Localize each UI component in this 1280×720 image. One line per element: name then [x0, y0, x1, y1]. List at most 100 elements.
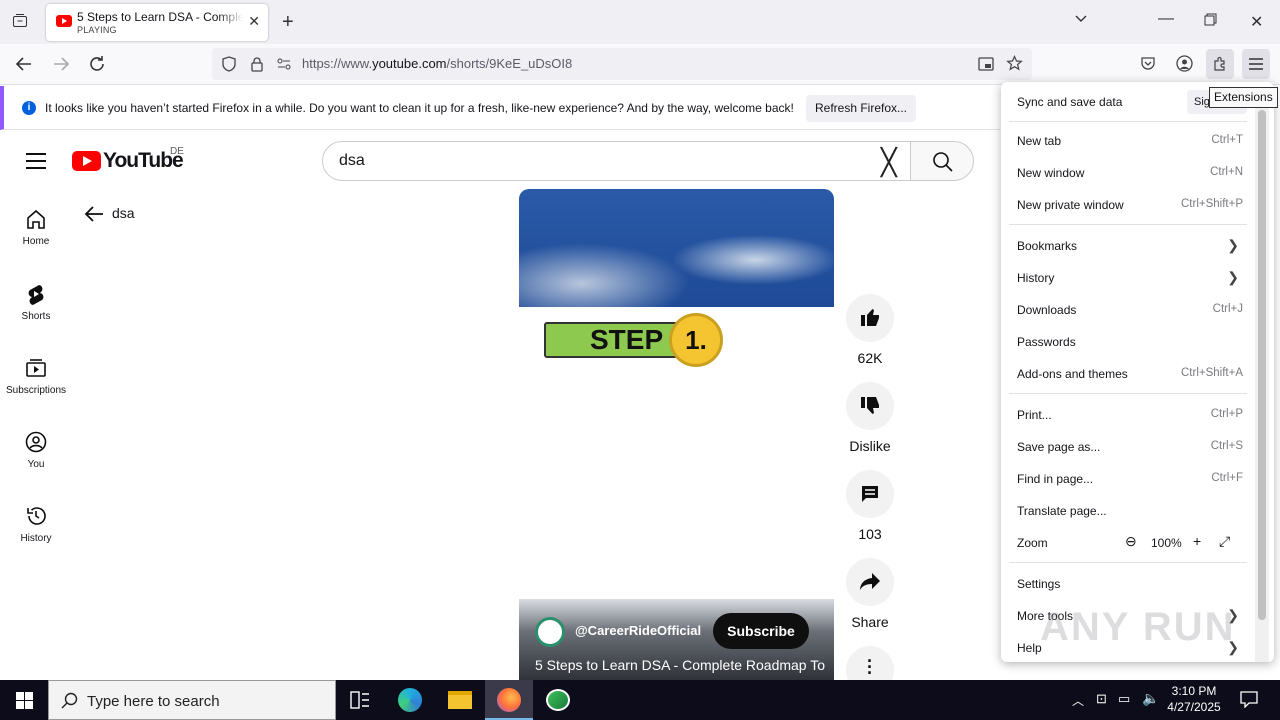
menu-item-save-page[interactable]: Save page as... Ctrl+S — [1017, 440, 1243, 454]
menu-item-history[interactable]: History ❯ — [1017, 269, 1243, 285]
account-icon[interactable] — [1176, 55, 1193, 77]
url-bar[interactable]: https://www.youtube.com/shorts/9KeE_uDsO… — [212, 48, 1032, 80]
tab-list-icon[interactable] — [12, 13, 28, 34]
subscribe-button[interactable]: Subscribe — [713, 613, 809, 649]
fullscreen-icon[interactable]: ⤢ — [1219, 533, 1230, 550]
sidebar-item-subscriptions[interactable]: Subscriptions — [0, 357, 72, 396]
close-window-icon[interactable]: ✕ — [1250, 12, 1263, 32]
windows-taskbar: Type here to search ︿ ⊡ ▭ 🔈 3:10 PM 4/27… — [0, 680, 1280, 720]
browser-tab[interactable]: 5 Steps to Learn DSA - Complete Roadmap … — [46, 4, 268, 41]
zoom-in-icon[interactable]: + — [1193, 533, 1201, 549]
bookmark-star-icon[interactable] — [1006, 55, 1023, 77]
menu-item-new-tab[interactable]: New tab Ctrl+T — [1017, 134, 1243, 148]
app-menu-icon[interactable] — [1242, 49, 1270, 79]
history-icon — [27, 507, 46, 525]
menu-item-downloads[interactable]: Downloads Ctrl+J — [1017, 303, 1243, 317]
sidebar-item-you[interactable]: You — [0, 431, 72, 470]
arrow-left-icon — [84, 206, 103, 222]
search-button[interactable] — [910, 141, 974, 181]
search-icon — [61, 692, 78, 709]
search-input[interactable]: dsa ╳ — [322, 141, 922, 181]
firefox-app[interactable] — [485, 680, 533, 720]
chevron-right-icon: ❯ — [1227, 269, 1239, 285]
list-all-tabs-icon[interactable] — [1074, 12, 1088, 31]
channel-name[interactable]: @CareerRideOfficial — [575, 623, 701, 638]
chart-app[interactable] — [534, 680, 582, 720]
refresh-firefox-button[interactable]: Refresh Firefox... — [806, 95, 916, 122]
menu-item-settings[interactable]: Settings — [1017, 577, 1243, 591]
system-clock[interactable]: 3:10 PM 4/27/2025 — [1160, 683, 1228, 715]
hamburger-menu-icon[interactable] — [26, 153, 46, 174]
file-explorer-app[interactable] — [436, 680, 484, 720]
menu-item-passwords[interactable]: Passwords — [1017, 335, 1243, 349]
info-icon: i — [22, 101, 36, 115]
menu-item-bookmarks[interactable]: Bookmarks ❯ — [1017, 237, 1243, 253]
back-to-search-button[interactable]: dsa — [84, 205, 135, 223]
pocket-icon[interactable] — [1140, 56, 1156, 77]
navigation-toolbar: https://www.youtube.com/shorts/9KeE_uDsO… — [0, 44, 1280, 85]
chevron-up-icon[interactable]: ︿ — [1072, 692, 1084, 709]
new-tab-icon[interactable]: + — [282, 11, 294, 34]
volume-icon[interactable]: 🔈 — [1142, 690, 1159, 707]
picture-in-picture-icon[interactable] — [978, 56, 994, 77]
windows-logo-icon — [16, 692, 33, 709]
task-view-button[interactable] — [336, 680, 384, 720]
forward-icon[interactable] — [52, 55, 70, 78]
chevron-right-icon: ❯ — [1227, 237, 1239, 253]
clock-time: 3:10 PM — [1171, 684, 1217, 698]
comments-button[interactable]: 103 — [846, 470, 894, 542]
edge-app[interactable] — [386, 680, 434, 720]
sidebar-item-home[interactable]: Home — [0, 208, 72, 247]
menu-item-find-in-page[interactable]: Find in page... Ctrl+F — [1017, 472, 1243, 486]
device-icon[interactable]: ⊡ — [1096, 691, 1107, 707]
permissions-icon[interactable] — [276, 56, 292, 77]
video-title[interactable]: 5 Steps to Learn DSA - Complete Roadmap … — [535, 657, 825, 673]
zoom-out-icon[interactable]: ⊖ — [1125, 533, 1137, 550]
taskbar-search-placeholder: Type here to search — [87, 693, 220, 710]
video-overlay-bottom: @CareerRideOfficial Subscribe 5 Steps to… — [519, 599, 834, 680]
close-tab-icon[interactable]: ✕ — [248, 13, 260, 30]
zoom-level[interactable]: 100% — [1151, 536, 1182, 550]
share-button[interactable]: Share — [846, 558, 894, 630]
network-icon[interactable]: ▭ — [1118, 691, 1130, 707]
task-view-icon — [350, 691, 369, 709]
firefox-icon — [497, 688, 521, 712]
step-number-badge: 1. — [669, 313, 723, 367]
extensions-icon[interactable] — [1206, 49, 1234, 79]
sidebar-item-history[interactable]: History — [0, 505, 72, 544]
thumbs-down-icon — [861, 397, 879, 414]
lock-icon[interactable] — [250, 56, 264, 77]
taskbar-search-box[interactable]: Type here to search — [48, 680, 336, 720]
share-icon — [860, 573, 880, 590]
thumbs-up-icon — [861, 309, 879, 326]
tracking-protection-shield-icon[interactable] — [221, 56, 237, 77]
menu-item-addons[interactable]: Add-ons and themes Ctrl+Shift+A — [1017, 367, 1243, 381]
tab-strip: 5 Steps to Learn DSA - Complete Roadmap … — [0, 0, 1280, 44]
menu-item-print[interactable]: Print... Ctrl+P — [1017, 408, 1243, 422]
sidebar-item-shorts[interactable]: Shorts — [0, 283, 72, 322]
anyrun-watermark: ANY RUN — [1040, 605, 1236, 649]
dislike-button[interactable]: Dislike — [846, 382, 894, 454]
sidebar-label-you: You — [27, 459, 45, 470]
notifications-icon[interactable] — [1240, 690, 1258, 713]
menu-item-new-private-window[interactable]: New private window Ctrl+Shift+P — [1017, 198, 1243, 212]
comment-count: 103 — [858, 526, 882, 542]
refresh-notification-bar: i It looks like you haven’t started Fire… — [0, 86, 1000, 130]
more-vertical-icon: · · · — [867, 651, 873, 683]
reload-icon[interactable] — [88, 55, 106, 78]
like-button[interactable]: 62K — [846, 294, 894, 366]
url-text[interactable]: https://www.youtube.com/shorts/9KeE_uDsO… — [302, 56, 572, 71]
back-icon[interactable] — [15, 55, 33, 78]
menu-item-new-window[interactable]: New window Ctrl+N — [1017, 166, 1243, 180]
start-button[interactable] — [0, 680, 48, 720]
minimize-icon[interactable]: — — [1158, 10, 1174, 28]
menu-scrollbar[interactable] — [1255, 92, 1269, 662]
shorts-video-player[interactable]: STEP 1. @CareerRideOfficial Subscribe 5 … — [519, 189, 834, 680]
restore-icon[interactable] — [1204, 13, 1217, 31]
youtube-favicon-icon — [56, 15, 72, 27]
shorts-icon — [28, 285, 44, 305]
channel-avatar[interactable] — [535, 617, 565, 647]
sidebar-label-history: History — [20, 533, 52, 544]
menu-item-translate[interactable]: Translate page... — [1017, 504, 1243, 518]
clear-search-icon[interactable]: ╳ — [881, 147, 897, 178]
